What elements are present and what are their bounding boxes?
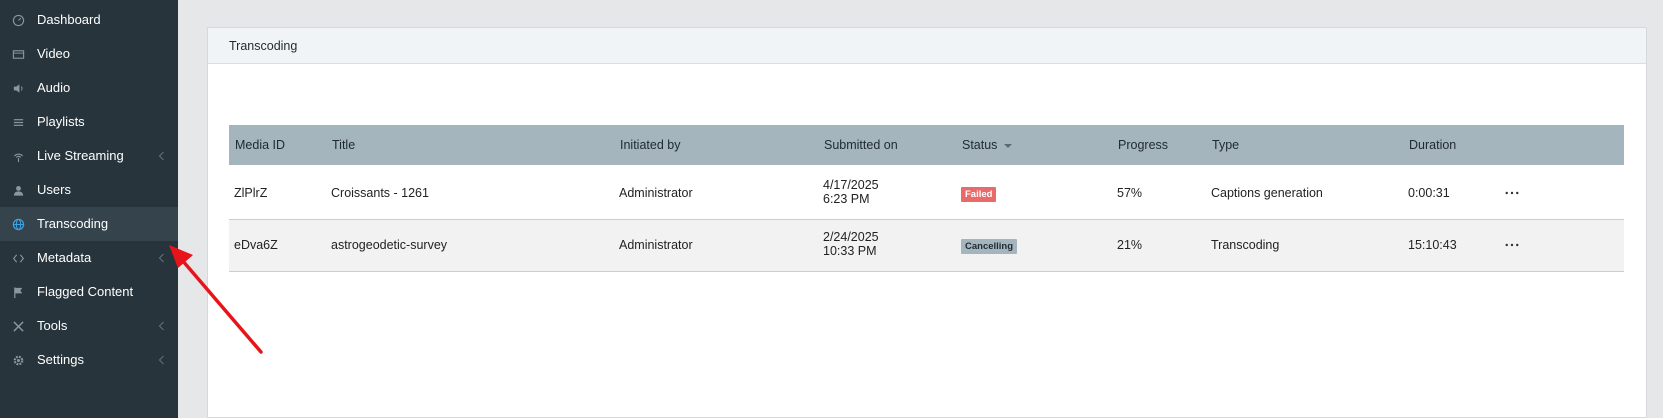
sidebar-item-label: Live Streaming [37, 148, 124, 163]
sidebar-item-label: Transcoding [37, 216, 109, 231]
column-header-submitted-on[interactable]: Submitted on [824, 138, 898, 152]
table-header: Media ID Title Initiated by Submitted on… [229, 125, 1624, 165]
sidebar-item-label: Tools [37, 318, 68, 333]
column-header-type[interactable]: Type [1212, 138, 1239, 152]
column-header-status[interactable]: Status [962, 138, 1013, 152]
sidebar-item-settings[interactable]: Settings [0, 343, 178, 377]
sidebar-item-audio[interactable]: Audio [0, 71, 178, 105]
sidebar: Dashboard Video Audio Playlists Live Str… [0, 0, 178, 418]
column-header-progress[interactable]: Progress [1118, 138, 1168, 152]
globe-icon [11, 217, 25, 231]
table-row[interactable]: ZlPlrZ Croissants - 1261 Administrator 4… [229, 168, 1624, 220]
sidebar-item-label: Audio [37, 80, 71, 95]
cell-duration: 15:10:43 [1408, 238, 1457, 252]
submitted-time: 10:33 PM [823, 244, 877, 258]
sort-descending-icon [1004, 143, 1013, 148]
panel-header: Transcoding [208, 28, 1646, 64]
cell-initiated-by: Administrator [619, 238, 693, 252]
row-actions-button[interactable] [1504, 186, 1520, 200]
submitted-date: 4/17/2025 [823, 178, 879, 192]
submitted-date: 2/24/2025 [823, 230, 879, 244]
dashboard-icon [11, 13, 25, 27]
status-badge: Cancelling [961, 239, 1018, 254]
cell-type: Captions generation [1211, 186, 1323, 200]
more-horizontal-icon [1505, 243, 1519, 247]
column-header-media-id[interactable]: Media ID [235, 138, 285, 152]
gear-icon [11, 353, 25, 367]
cell-media-id: eDva6Z [234, 238, 278, 252]
sidebar-item-label: Flagged Content [37, 284, 134, 299]
cell-progress: 57% [1117, 186, 1143, 200]
sidebar-item-tools[interactable]: Tools [0, 309, 178, 343]
sidebar-item-flagged-content[interactable]: Flagged Content [0, 275, 178, 309]
chevron-left-icon [156, 149, 166, 163]
column-header-initiated-by[interactable]: Initiated by [620, 138, 680, 152]
sidebar-item-label: Settings [37, 352, 84, 367]
sidebar-item-video[interactable]: Video [0, 37, 178, 71]
sidebar-item-label: Dashboard [37, 12, 101, 27]
chevron-left-icon [156, 251, 166, 265]
speaker-icon [11, 81, 25, 95]
transcoding-panel: Transcoding Media ID Title Initiated by … [207, 27, 1647, 418]
sidebar-item-live-streaming[interactable]: Live Streaming [0, 139, 178, 173]
chevron-left-icon [156, 319, 166, 333]
transcoding-table: Media ID Title Initiated by Submitted on… [229, 125, 1624, 272]
user-icon [11, 183, 25, 197]
cell-type: Transcoding [1211, 238, 1280, 252]
broadcast-icon [11, 149, 25, 163]
cell-submitted-on: 4/17/2025 6:23 PM [823, 178, 879, 206]
list-icon [11, 115, 25, 129]
film-icon [11, 47, 25, 61]
sidebar-item-label: Playlists [37, 114, 85, 129]
sidebar-item-users[interactable]: Users [0, 173, 178, 207]
column-header-status-label: Status [962, 138, 998, 152]
more-horizontal-icon [1505, 191, 1519, 195]
cell-media-id: ZlPlrZ [234, 186, 268, 200]
cell-submitted-on: 2/24/2025 10:33 PM [823, 230, 879, 258]
tools-icon [11, 319, 25, 333]
code-icon [11, 251, 25, 265]
sidebar-item-playlists[interactable]: Playlists [0, 105, 178, 139]
column-header-title[interactable]: Title [332, 138, 355, 152]
column-header-duration[interactable]: Duration [1409, 138, 1456, 152]
sidebar-item-label: Metadata [37, 250, 92, 265]
chevron-left-icon [156, 353, 166, 367]
row-actions-button[interactable] [1504, 238, 1520, 252]
cell-title: Croissants - 1261 [331, 186, 429, 200]
submitted-time: 6:23 PM [823, 192, 870, 206]
table-row[interactable]: eDva6Z astrogeodetic-survey Administrato… [229, 220, 1624, 272]
sidebar-item-transcoding[interactable]: Transcoding [0, 207, 178, 241]
cell-duration: 0:00:31 [1408, 186, 1450, 200]
sidebar-item-dashboard[interactable]: Dashboard [0, 3, 178, 37]
cell-title: astrogeodetic-survey [331, 238, 448, 252]
cell-initiated-by: Administrator [619, 186, 693, 200]
sidebar-item-label: Users [37, 182, 71, 197]
sidebar-item-metadata[interactable]: Metadata [0, 241, 178, 275]
cell-progress: 21% [1117, 238, 1143, 252]
flag-icon [11, 285, 25, 299]
status-badge: Failed [961, 187, 997, 202]
page-title: Transcoding [229, 39, 298, 53]
sidebar-item-label: Video [37, 46, 71, 61]
